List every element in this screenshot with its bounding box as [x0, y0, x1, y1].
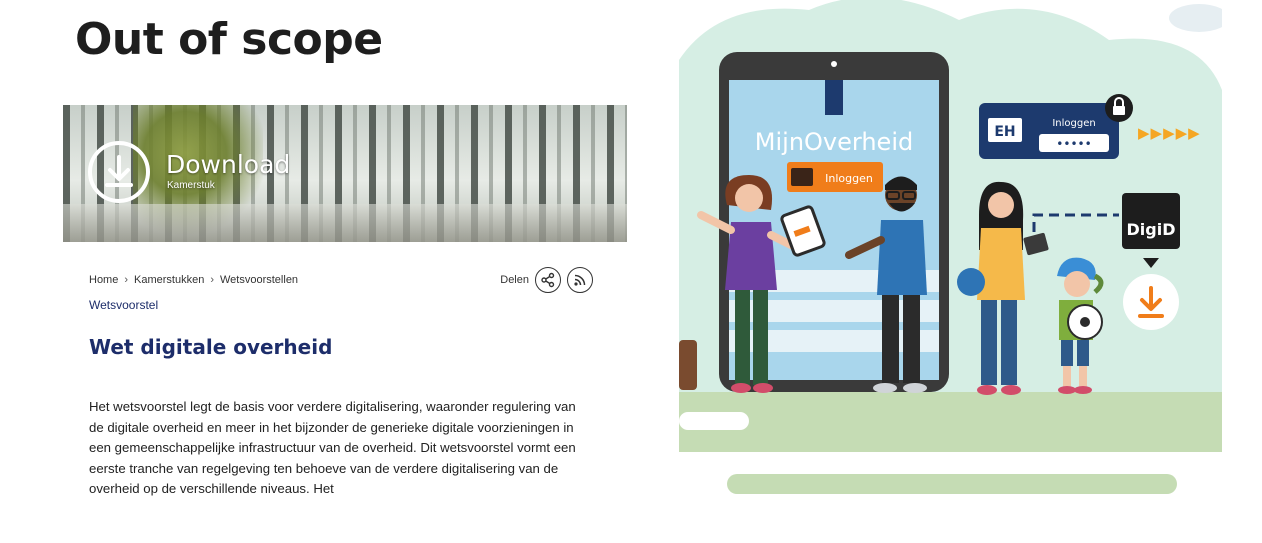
document-title: Wet digitale overheid	[89, 335, 333, 359]
digid-label: DigiD	[1127, 220, 1176, 239]
rss-icon[interactable]	[567, 267, 593, 293]
digid-logo: DigiD	[1122, 193, 1180, 249]
play-arrows-icon: ▶▶▶▶▶	[1138, 124, 1201, 142]
share-bar: Delen	[500, 267, 593, 293]
banner-floor	[63, 204, 627, 242]
download-icon[interactable]	[88, 141, 150, 203]
eherkenning-card: EH Inloggen •••••	[979, 103, 1119, 159]
eh-login-label: Inloggen	[1052, 118, 1095, 129]
eh-logo: EH	[994, 124, 1015, 140]
illustration-canvas: MijnOverheid Inloggen EH Inloggen ••••• …	[679, 0, 1222, 494]
password-mask: •••••	[1056, 137, 1091, 151]
document-type: Wetsvoorstel	[89, 298, 159, 312]
breadcrumb-separator: ›	[210, 274, 214, 286]
breadcrumb-kamerstukken[interactable]: Kamerstukken	[134, 274, 204, 286]
phone-login-button[interactable]: Inloggen	[787, 162, 883, 192]
download-label: Download	[166, 150, 291, 179]
digital-government-illustration: MijnOverheid Inloggen EH Inloggen ••••• …	[679, 0, 1222, 500]
download-banner[interactable]: Download Kamerstuk	[63, 105, 627, 242]
slide-title: Out of scope	[75, 14, 383, 65]
phone-login-label: Inloggen	[825, 172, 873, 185]
breadcrumb-separator: ›	[124, 274, 129, 286]
share-label: Delen	[500, 274, 529, 286]
document-body: Het wetsvoorstel legt de basis voor verd…	[89, 399, 576, 497]
share-icon[interactable]	[535, 267, 561, 293]
website-screenshot: Download Kamerstuk Home › Kamerstukken ›…	[63, 105, 627, 505]
download-sublabel: Kamerstuk	[167, 180, 215, 191]
app-name: MijnOverheid	[755, 128, 913, 156]
breadcrumb: Home › Kamerstukken › Wetsvoorstellen	[89, 274, 298, 286]
breadcrumb-home[interactable]: Home	[89, 274, 118, 286]
lock-icon	[1105, 94, 1133, 122]
download-arrow-icon	[1123, 274, 1179, 330]
breadcrumb-wetsvoorstellen[interactable]: Wetsvoorstellen	[220, 274, 298, 286]
